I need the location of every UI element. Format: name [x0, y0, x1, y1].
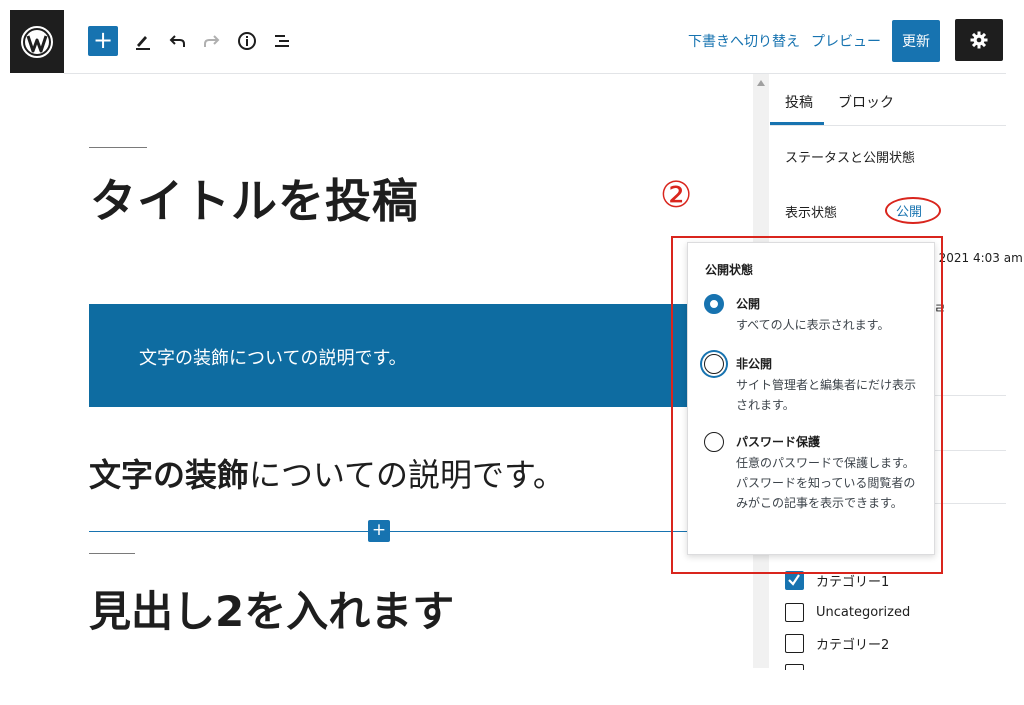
info-icon[interactable] — [235, 28, 259, 54]
option-label: パスワード保護 — [736, 435, 821, 449]
pencil-icon[interactable] — [131, 28, 155, 54]
category-item[interactable]: カテゴリー2 — [785, 633, 889, 653]
category-item[interactable]: Uncategorized — [785, 602, 910, 622]
option-description: すべての人に表示されます。 — [736, 318, 890, 332]
tab-post[interactable]: 投稿 — [785, 92, 813, 112]
status-panel-title[interactable]: ステータスと公開状態 — [785, 147, 915, 166]
list-view-icon[interactable] — [270, 28, 294, 54]
option-label: 公開 — [736, 297, 761, 311]
heading-separator — [89, 553, 135, 554]
radio-icon[interactable] — [704, 432, 724, 452]
paragraph-bold-text: 文字の装飾 — [89, 456, 250, 494]
switch-to-draft-link[interactable]: 下書きへ切り替え — [688, 31, 800, 51]
option-description: 任意のパスワードで保護します。パスワードを知っている閲覧者のみがこの記事を表示で… — [736, 456, 916, 510]
visibility-popover: 公開状態 公開 すべての人に表示されます。 非公開 サイト管理者と編集者にだけ表… — [687, 242, 935, 555]
publish-date-value[interactable]: , 2021 4:03 am — [931, 251, 1023, 265]
preview-link[interactable]: プレビュー — [811, 31, 881, 51]
tab-divider — [770, 125, 1006, 126]
header-divider — [64, 73, 1006, 74]
title-separator — [89, 147, 147, 148]
cover-block[interactable]: 文字の装飾についての説明です。 — [89, 304, 689, 407]
heading-block[interactable]: 見出し2を入れます — [89, 578, 454, 639]
cover-block-text[interactable]: 文字の装飾についての説明です。 — [139, 344, 407, 370]
scroll-up-arrow-icon[interactable] — [757, 80, 765, 86]
highlight-ellipse — [885, 197, 941, 224]
undo-icon[interactable] — [166, 28, 190, 54]
category-label: カテゴリー2 — [816, 637, 890, 653]
checkbox-icon[interactable] — [785, 664, 804, 670]
checkbox-icon[interactable] — [785, 602, 804, 622]
post-title[interactable]: タイトルを投稿 — [90, 165, 419, 231]
radio-icon[interactable] — [704, 354, 724, 374]
popover-title: 公開状態 — [705, 263, 754, 277]
update-button[interactable]: 更新 — [892, 20, 940, 62]
redo-icon[interactable] — [199, 28, 223, 54]
option-label: 非公開 — [736, 357, 773, 371]
category-label: Uncategorized — [816, 604, 911, 620]
paragraph-text: についての説明です。 — [249, 456, 565, 494]
paragraph-block[interactable]: 文字の装飾についての説明です。 — [89, 450, 565, 496]
tab-block[interactable]: ブロック — [838, 92, 894, 112]
wordpress-logo-icon[interactable] — [10, 10, 64, 73]
category-item[interactable] — [785, 664, 816, 670]
step-number-marker: ② — [660, 175, 693, 216]
block-inserter-button[interactable]: + — [368, 520, 390, 542]
gear-icon[interactable] — [955, 19, 1003, 61]
visibility-label: 表示状態 — [785, 206, 838, 221]
radio-selected-icon[interactable] — [704, 294, 724, 314]
option-description: サイト管理者と編集者にだけ表示されます。 — [736, 378, 917, 412]
checkbox-icon[interactable] — [785, 633, 804, 653]
add-block-button[interactable]: + — [88, 26, 118, 56]
